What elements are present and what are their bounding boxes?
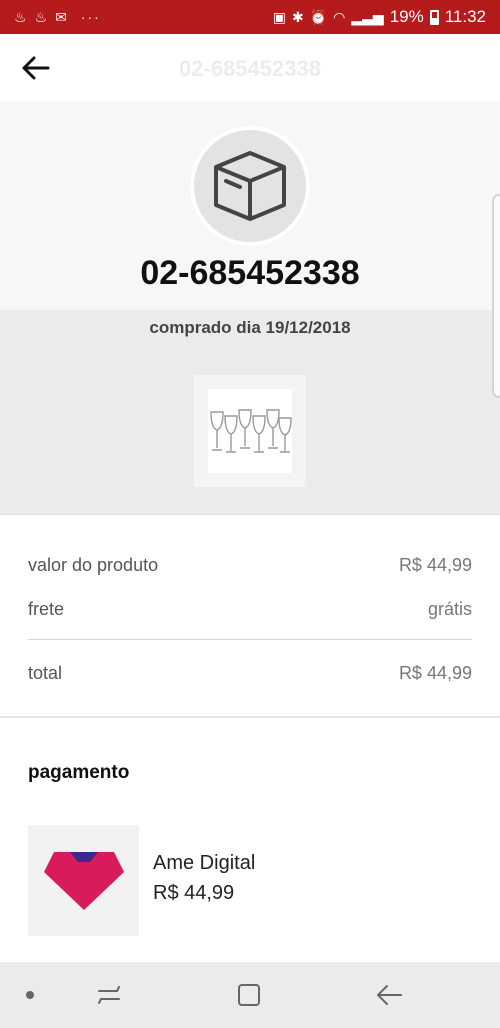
signal-icon: ▂▃▅ (351, 9, 384, 25)
status-bar: ♨ ♨ ✉ ··· ▣ ✱ ⏰ ◠ ▂▃▅ 19% 11:32 (0, 0, 500, 34)
bluetooth-icon: ✱ (291, 9, 304, 25)
product-thumbnail[interactable] (194, 375, 306, 487)
status-left-icons: ♨ ♨ ✉ ··· (14, 9, 101, 25)
recent-apps-icon (98, 986, 120, 1004)
notification-icon: ♨ (14, 9, 27, 25)
back-nav-button[interactable] (372, 979, 406, 1011)
product-value-row: valor do produto R$ 44,99 (28, 555, 472, 576)
home-icon (238, 984, 260, 1006)
payment-heading: pagamento (28, 762, 130, 783)
total-value: R$ 44,99 (398, 663, 472, 683)
wifi-icon: ◠ (333, 9, 346, 25)
battery-icon (429, 9, 439, 25)
app-bar: 02-685452338 (0, 34, 500, 102)
product-value-label: valor do produto (28, 555, 159, 575)
home-button[interactable] (232, 979, 266, 1011)
battery-saver-icon: ▣ (272, 9, 286, 25)
purchase-section: comprado dia 19/12/2018 (0, 310, 500, 514)
package-icon (214, 151, 286, 221)
shipping-label: frete (28, 599, 65, 619)
order-header: 02-685452338 (0, 102, 500, 310)
payment-amount: R$ 44,99 (153, 882, 235, 904)
shipping-row: frete grátis (28, 599, 472, 620)
order-avatar (190, 126, 310, 246)
product-image (208, 389, 292, 473)
divider (28, 639, 472, 640)
nav-dot-indicator (26, 991, 34, 999)
payment-method-logo (28, 825, 139, 936)
edge-panel-handle[interactable] (492, 194, 500, 398)
battery-percent: 19% (389, 7, 424, 26)
notification-icon: ♨ (34, 9, 48, 25)
back-icon (377, 985, 402, 1005)
payment-method-name: Ame Digital (153, 852, 256, 874)
total-row: total R$ 44,99 (28, 663, 472, 684)
product-value: R$ 44,99 (398, 555, 472, 575)
system-nav-bar (0, 962, 500, 1028)
page-title: 02-685452338 (179, 56, 321, 81)
order-number: 02-685452338 (140, 254, 360, 292)
more-notifications-icon: ··· (80, 9, 101, 25)
recent-apps-button[interactable] (92, 979, 126, 1011)
order-summary: valor do produto R$ 44,99 frete grátis t… (0, 514, 500, 718)
notification-icon: ✉ (55, 9, 67, 25)
alarm-icon: ⏰ (309, 9, 328, 25)
status-right-icons: ▣ ✱ ⏰ ◠ ▂▃▅ 19% 11:32 (273, 7, 486, 27)
clock: 11:32 (444, 7, 486, 26)
shipping-value: grátis (427, 599, 472, 619)
ame-digital-logo-icon (43, 851, 124, 910)
total-label: total (28, 663, 63, 683)
wine-glasses-icon (210, 409, 292, 453)
purchase-date: comprado dia 19/12/2018 (149, 318, 351, 337)
